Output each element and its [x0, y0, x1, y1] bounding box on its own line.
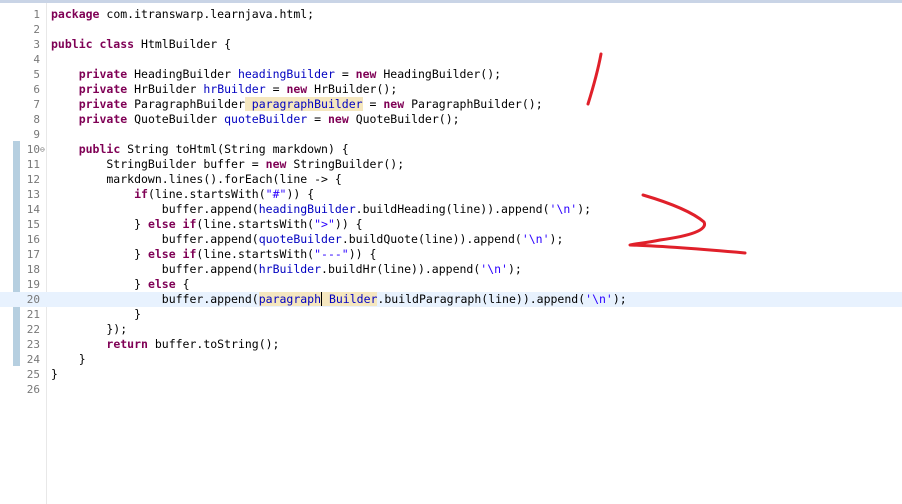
handwritten-one-mark: [586, 52, 603, 106]
handwritten-two-mark: [628, 193, 747, 255]
red-annotations: [586, 52, 747, 255]
code-editor[interactable]: 1 package com.itranswarp.learnjava.html; 2…: [0, 0, 902, 504]
